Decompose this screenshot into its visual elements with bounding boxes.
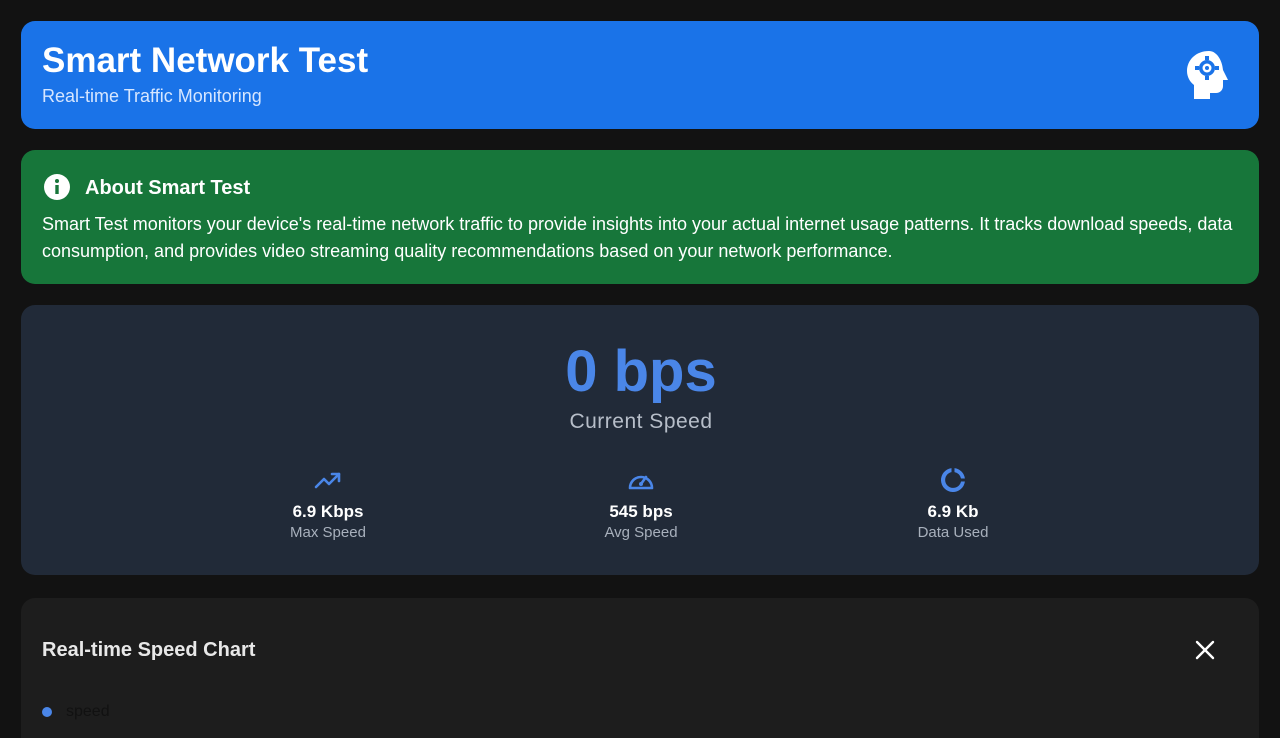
data-used-label: Data Used xyxy=(917,524,989,541)
app-title: Smart Network Test xyxy=(42,41,369,80)
stat-data-used: 6.9 Kb Data Used xyxy=(853,465,1053,540)
avg-speed-label: Avg Speed xyxy=(604,524,678,541)
current-speed-value: 0 bps xyxy=(565,339,717,404)
speed-card: 0 bps Current Speed 6.9 Kbps Max Speed 5… xyxy=(21,305,1259,575)
current-speed-label: Current Speed xyxy=(569,410,713,433)
stat-max-speed: 6.9 Kbps Max Speed xyxy=(228,465,428,540)
speed-chart-card: Real-time Speed Chart speed xyxy=(21,598,1259,738)
trending-up-icon xyxy=(314,472,341,489)
about-description: Smart Test monitors your device's real-t… xyxy=(42,214,1233,261)
close-icon[interactable] xyxy=(1193,638,1217,662)
legend-dot xyxy=(42,707,52,717)
stat-avg-speed: 545 bps Avg Speed xyxy=(541,465,741,540)
psychology-gear-icon[interactable] xyxy=(1183,49,1231,101)
info-icon xyxy=(44,174,70,200)
app-header: Smart Network Test Real-time Traffic Mon… xyxy=(21,21,1259,129)
avg-speed-value: 545 bps xyxy=(609,502,673,521)
chart-legend: speed xyxy=(42,704,110,720)
app-subtitle: Real-time Traffic Monitoring xyxy=(42,86,262,106)
about-title: About Smart Test xyxy=(85,177,251,199)
data-used-value: 6.9 Kb xyxy=(927,502,979,521)
max-speed-label: Max Speed xyxy=(290,524,366,541)
speedometer-icon xyxy=(628,475,654,490)
donut-chart-icon xyxy=(940,468,965,493)
max-speed-value: 6.9 Kbps xyxy=(292,502,364,521)
legend-label: speed xyxy=(66,703,110,720)
speed-chart-title: Real-time Speed Chart xyxy=(42,639,256,661)
about-card: About Smart Test Smart Test monitors you… xyxy=(21,150,1259,284)
